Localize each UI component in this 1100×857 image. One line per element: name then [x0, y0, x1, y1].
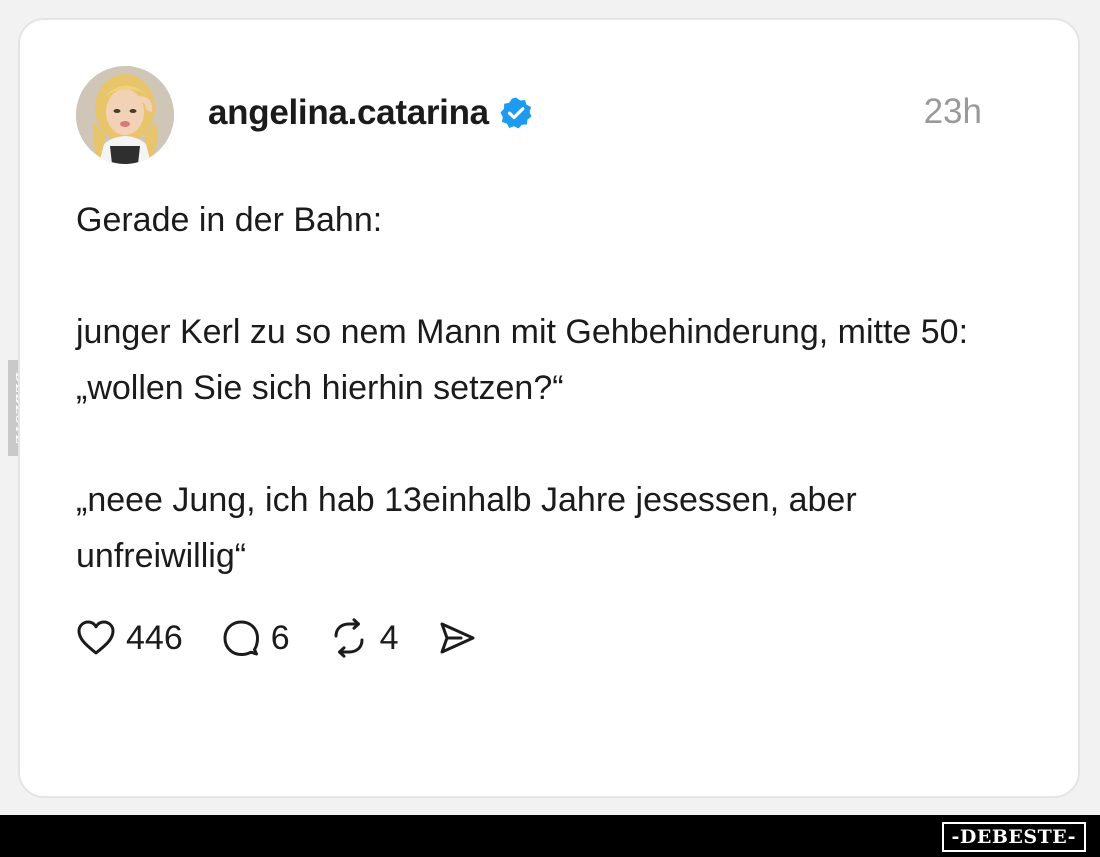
heart-icon — [77, 620, 115, 655]
share-button[interactable] — [437, 619, 477, 657]
timestamp: 23h — [923, 92, 982, 131]
post-paragraph: junger Kerl zu so nem Mann mit Gehbehind… — [76, 313, 969, 407]
post-paragraph: Gerade in der Bahn: — [76, 201, 383, 239]
footer-bar: -DEBESTE- — [0, 815, 1100, 857]
repost-button[interactable]: 4 — [328, 618, 399, 658]
speech-bubble-icon — [223, 620, 259, 656]
action-bar: 446 6 4 — [76, 616, 515, 660]
repost-count: 4 — [379, 618, 399, 657]
reply-button[interactable]: 6 — [221, 618, 290, 658]
debeste-logo[interactable]: -DEBESTE- — [941, 822, 1086, 852]
screenshot-stage: DEBESTE angelina.catarina — [0, 0, 1100, 857]
author-row: angelina.catarina — [208, 90, 533, 136]
username[interactable]: angelina.catarina — [208, 93, 489, 133]
post-body: Gerade in der Bahn: junger Kerl zu so ne… — [76, 192, 1016, 584]
avatar-image — [76, 66, 174, 164]
verified-badge-icon — [499, 96, 533, 130]
like-button[interactable]: 446 — [76, 619, 183, 658]
repost-arrows-icon — [334, 618, 364, 658]
paper-plane-icon — [440, 622, 475, 654]
avatar[interactable] — [76, 66, 174, 164]
post-card[interactable]: angelina.catarina 23h Gerade in der Bahn… — [18, 18, 1080, 798]
reply-count: 6 — [270, 618, 290, 657]
like-count: 446 — [126, 618, 183, 657]
post-paragraph: „neee Jung, ich hab 13einhalb Jahre jese… — [76, 481, 857, 575]
